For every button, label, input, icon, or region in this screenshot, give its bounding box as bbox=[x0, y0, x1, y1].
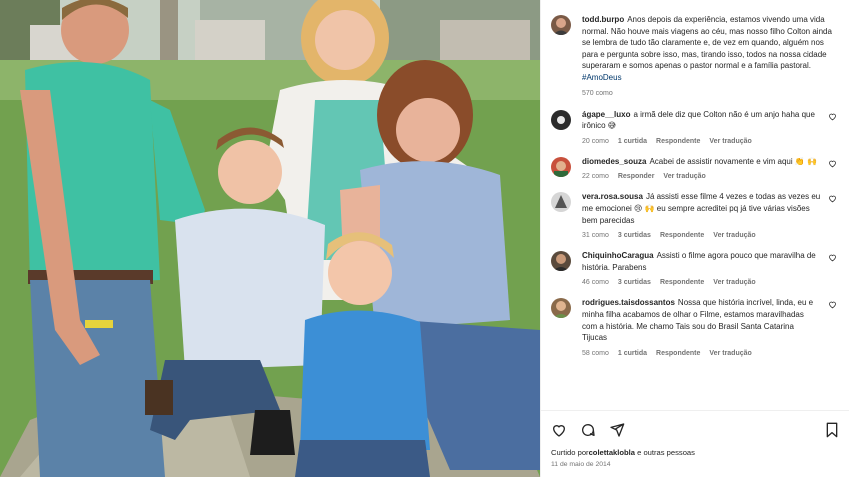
heart-icon[interactable] bbox=[551, 422, 567, 438]
heart-icon[interactable] bbox=[828, 253, 837, 262]
translate-button[interactable]: Ver tradução bbox=[713, 279, 755, 286]
reply-button[interactable]: Respondente bbox=[660, 232, 704, 239]
liked-by-user[interactable]: colettaklobla bbox=[589, 448, 635, 457]
comment-like-count[interactable]: 1 curtida bbox=[618, 350, 647, 357]
heart-icon[interactable] bbox=[828, 194, 837, 203]
comment-likes: 20 como bbox=[582, 137, 609, 145]
comment-item: rodrigues.taisdossantos Nossa que históri… bbox=[551, 297, 839, 357]
translate-button[interactable]: Ver tradução bbox=[709, 138, 751, 145]
commenter-avatar[interactable] bbox=[551, 192, 571, 213]
commenter-username[interactable]: ágape__luxo bbox=[582, 110, 630, 119]
comment-item: diomedes_souza Acabei de assistir novamen… bbox=[551, 156, 839, 181]
reply-button[interactable]: Respondente bbox=[656, 350, 700, 357]
commenter-avatar[interactable] bbox=[551, 156, 571, 177]
comment-likes: 58 como bbox=[582, 349, 609, 357]
translate-button[interactable]: Ver tradução bbox=[663, 173, 705, 180]
heart-icon[interactable] bbox=[828, 112, 837, 121]
author-avatar[interactable] bbox=[551, 15, 571, 35]
post-details-panel: todd.burpo Anos depois da experiência, es… bbox=[540, 0, 849, 477]
commenter-avatar[interactable] bbox=[551, 251, 571, 272]
liked-by: Curtido porcolettaklobla e outras pessoa… bbox=[551, 448, 839, 457]
comment-likes: 31 como bbox=[582, 232, 609, 240]
liked-by-prefix: Curtido por bbox=[551, 448, 589, 457]
comment-likes: 46 como bbox=[582, 279, 609, 287]
translate-button[interactable]: Ver tradução bbox=[709, 350, 751, 357]
commenter-avatar[interactable] bbox=[551, 298, 571, 319]
reply-button[interactable]: Responder bbox=[618, 173, 655, 180]
share-icon[interactable] bbox=[609, 422, 625, 438]
comment-icon[interactable] bbox=[580, 422, 596, 438]
comment-like-count[interactable]: 3 curtidas bbox=[618, 232, 651, 239]
post-actions-bar: Curtido porcolettaklobla e outras pessoa… bbox=[541, 410, 849, 477]
comment-likes: 22 como bbox=[582, 173, 609, 181]
comment-like-count[interactable]: 1 curtida bbox=[618, 138, 647, 145]
comment-text: Acabei de assistir novamente e vim aqui … bbox=[649, 156, 805, 166]
translate-button[interactable]: Ver tradução bbox=[713, 232, 755, 239]
commenter-username[interactable]: diomedes_souza bbox=[582, 157, 646, 166]
commenter-username[interactable]: rodrigues.taisdossantos bbox=[582, 298, 675, 307]
heart-icon[interactable] bbox=[828, 300, 837, 309]
reply-button[interactable]: Respondente bbox=[656, 138, 700, 145]
post-photo[interactable] bbox=[0, 0, 540, 477]
comment-item: vera.rosa.sousa Já assisti esse filme 4 v… bbox=[551, 191, 839, 239]
post-likes: 570 como bbox=[582, 89, 613, 97]
comments-list[interactable]: todd.burpo Anos depois da experiência, es… bbox=[541, 0, 849, 410]
bookmark-icon[interactable] bbox=[825, 422, 839, 438]
liked-by-suffix: e outras pessoas bbox=[635, 448, 695, 457]
hashtag-link[interactable]: #AmoDeus bbox=[582, 73, 622, 82]
reply-button[interactable]: Respondente bbox=[660, 279, 704, 286]
comment-item: ChiquinhoCaragua Assisti o filme agora po… bbox=[551, 250, 839, 286]
comment-emoji: 🙌 bbox=[807, 156, 818, 166]
post-caption: todd.burpo Anos depois da experiência, es… bbox=[551, 14, 839, 97]
heart-icon[interactable] bbox=[828, 159, 837, 168]
author-username[interactable]: todd.burpo bbox=[582, 15, 624, 24]
commenter-avatar[interactable] bbox=[551, 109, 571, 130]
post-date: 11 de maio de 2014 bbox=[551, 461, 611, 468]
commenter-username[interactable]: ChiquinhoCaragua bbox=[582, 251, 654, 260]
comment-like-count[interactable]: 3 curtidas bbox=[618, 279, 651, 286]
family-photo-illustration bbox=[0, 0, 540, 477]
comment-item: ágape__luxo a irmã dele diz que Colton nã… bbox=[551, 109, 839, 145]
commenter-username[interactable]: vera.rosa.sousa bbox=[582, 192, 643, 201]
